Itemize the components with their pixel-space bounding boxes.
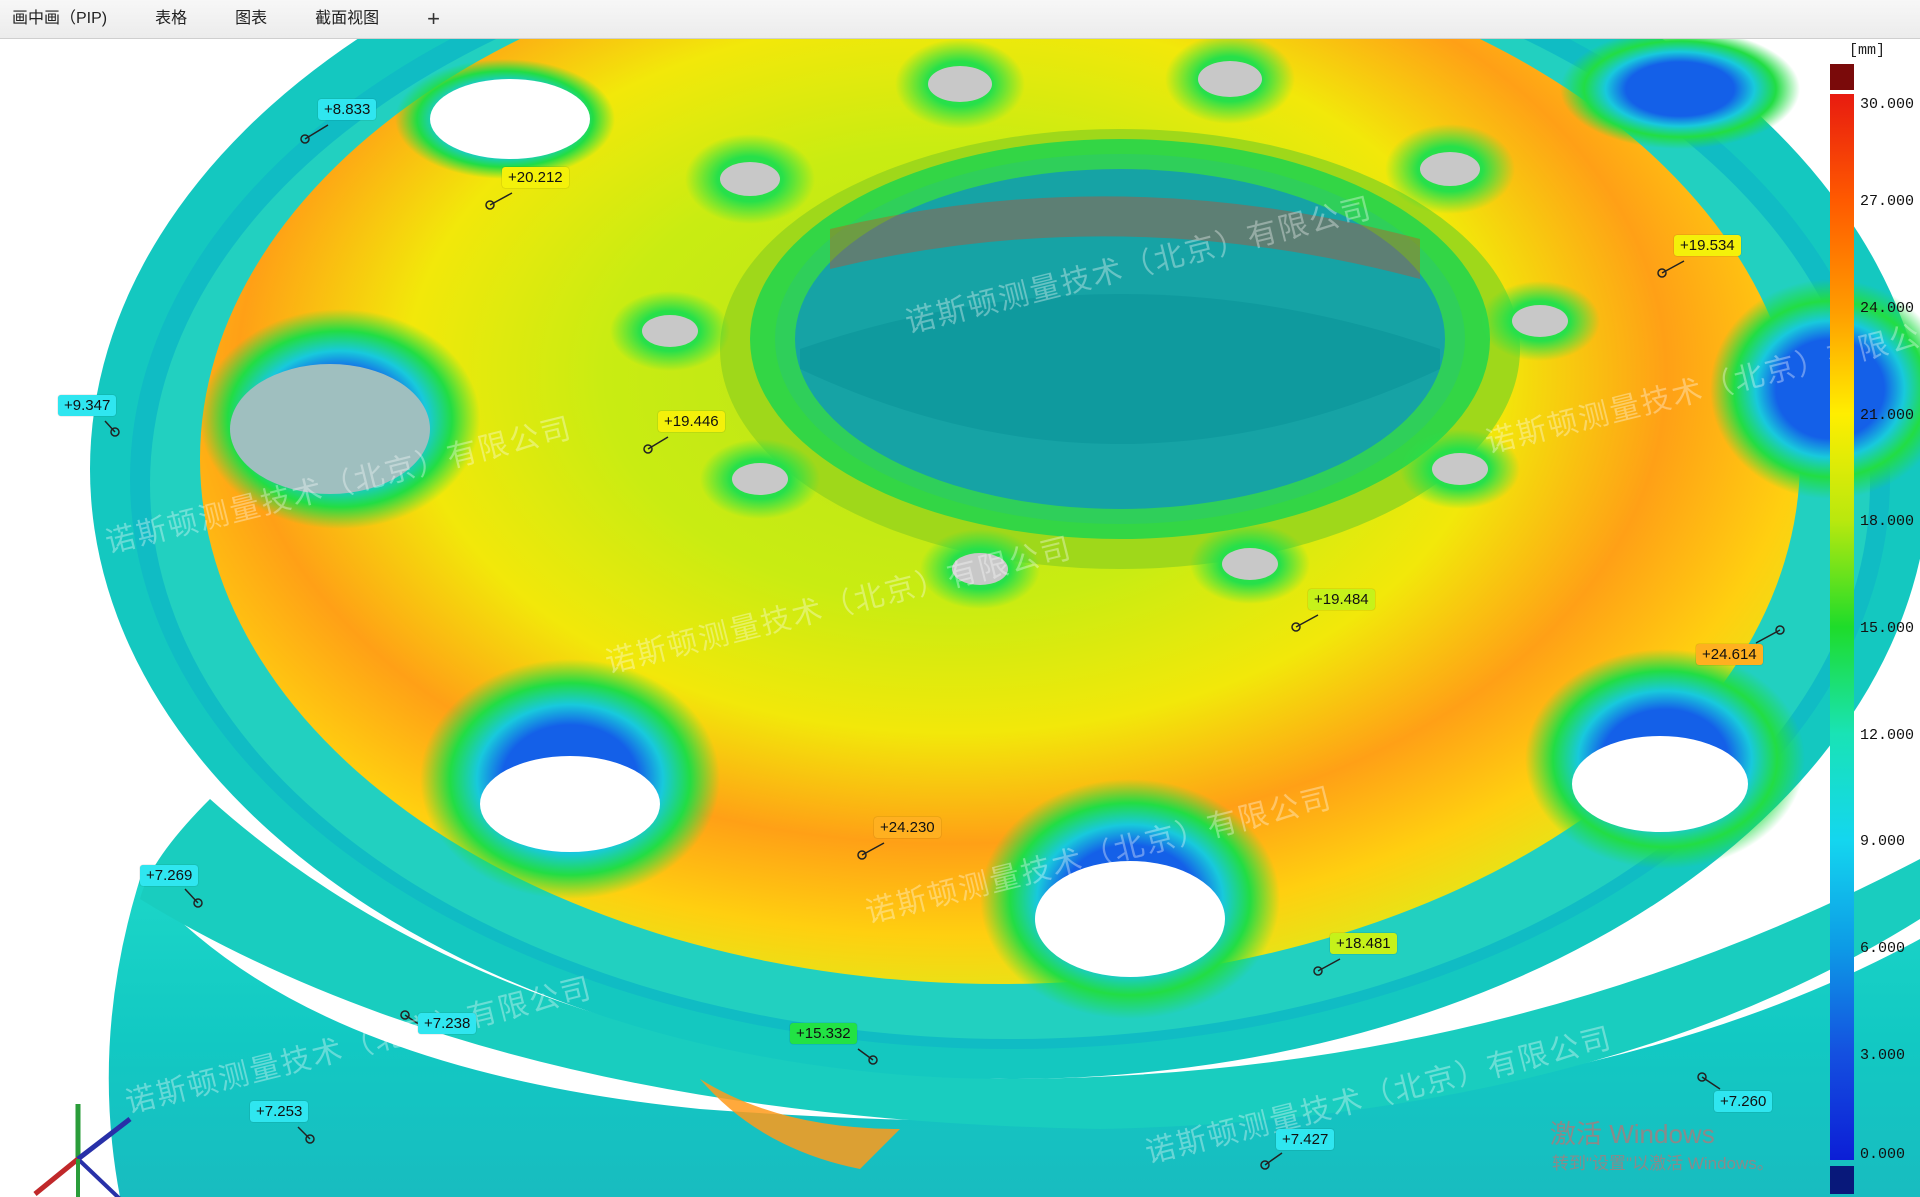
legend-tick: 6.000	[1860, 940, 1906, 957]
3d-viewport[interactable]: 诺斯顿测量技术（北京）有限公司 诺斯顿测量技术（北京）有限公司 诺斯顿测量技术（…	[0, 39, 1920, 1197]
deviation-label[interactable]: +19.534	[1674, 235, 1741, 256]
color-scale-bar[interactable]	[1830, 64, 1854, 1194]
tab-table[interactable]: 表格	[131, 0, 211, 38]
axis-triad: X Y Z	[24, 1104, 132, 1197]
deviation-label[interactable]: +7.427	[1276, 1129, 1335, 1150]
deviation-label[interactable]: +24.614	[1696, 644, 1763, 665]
legend-unit: [mm]	[1849, 42, 1886, 59]
windows-activation-subtitle: 转到"设置"以激活 Windows。	[1552, 1154, 1774, 1173]
tab-section-view[interactable]: 截面视图	[291, 0, 403, 38]
deviation-label[interactable]: +9.347	[58, 395, 117, 416]
legend-tick: 21.000	[1860, 407, 1915, 424]
legend-tick: 15.000	[1860, 620, 1915, 637]
deviation-label[interactable]: +24.230	[874, 817, 941, 838]
deviation-label[interactable]: +15.332	[790, 1023, 857, 1044]
legend-tick: 0.000	[1860, 1146, 1906, 1163]
deviation-label[interactable]: +20.212	[502, 167, 569, 188]
view-tab-bar: 画中画（PIP) 表格 图表 截面视图 +	[0, 0, 1920, 39]
deviation-label[interactable]: +19.484	[1308, 589, 1375, 610]
tab-chart[interactable]: 图表	[211, 0, 291, 38]
deviation-label[interactable]: +18.481	[1330, 933, 1397, 954]
legend-tick: 24.000	[1860, 300, 1915, 317]
windows-activation-title: 激活 Windows	[1550, 1119, 1715, 1149]
wheel-color-map	[90, 39, 1920, 1197]
legend-tick: 30.000	[1860, 96, 1915, 113]
legend-tick: 18.000	[1860, 513, 1915, 530]
deviation-label[interactable]: +7.260	[1714, 1091, 1773, 1112]
tab-pip[interactable]: 画中画（PIP)	[0, 0, 131, 38]
legend-tick: 12.000	[1860, 727, 1915, 744]
deviation-label[interactable]: +8.833	[318, 99, 377, 120]
legend-tick: 27.000	[1860, 193, 1915, 210]
deviation-label[interactable]: +7.253	[250, 1101, 309, 1122]
add-tab-button[interactable]: +	[403, 0, 464, 38]
deviation-label[interactable]: +7.238	[418, 1013, 477, 1034]
deviation-label[interactable]: +7.269	[140, 865, 199, 886]
deviation-label[interactable]: +19.446	[658, 411, 725, 432]
legend-tick: 9.000	[1860, 833, 1906, 850]
legend-tick: 3.000	[1860, 1047, 1906, 1064]
